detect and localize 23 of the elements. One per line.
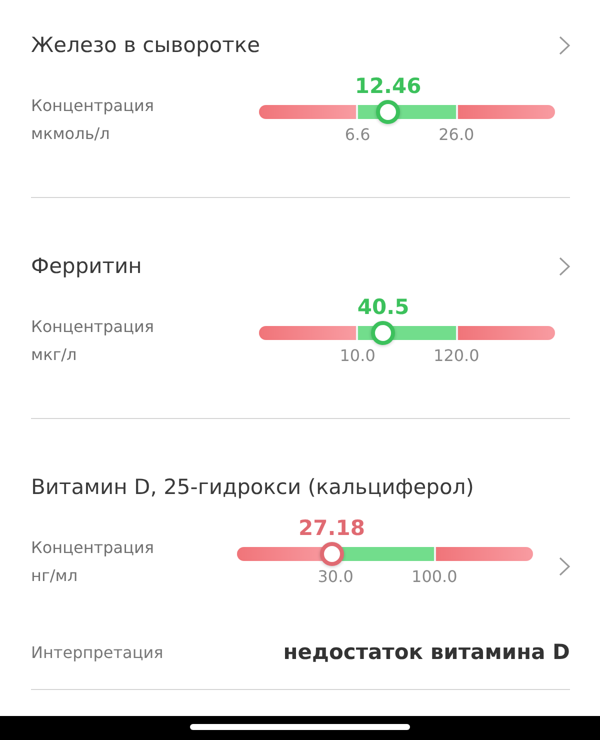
range-high-value: 26.0 <box>438 124 474 146</box>
test-title: Железо в сыворотке <box>31 33 260 57</box>
measure-label: Концентрация <box>31 95 154 117</box>
range-high-value: 100.0 <box>412 566 458 588</box>
measure-label: Концентрация <box>31 537 154 559</box>
result-value: 40.5 <box>357 294 410 321</box>
test-title: Витамин D, 25-гидрокси (кальциферол) <box>31 475 474 499</box>
chevron-right-icon[interactable] <box>559 557 570 576</box>
range-high-value: 120.0 <box>434 345 480 367</box>
unit-label: нг/мл <box>31 565 78 587</box>
unit-label: мкмоль/л <box>31 123 110 145</box>
interpretation-label: Интерпретация <box>31 642 164 662</box>
range-low-value: 6.6 <box>344 124 370 146</box>
chevron-right-icon[interactable] <box>559 36 570 54</box>
measure-label: Концентрация <box>31 316 154 338</box>
range-low-value: 30.0 <box>318 566 354 588</box>
unit-label: мкг/л <box>31 344 77 366</box>
result-value: 27.18 <box>298 515 365 542</box>
interpretation-value: недостаток витамина D <box>283 640 570 664</box>
test-title: Ферритин <box>31 254 142 278</box>
chevron-right-icon[interactable] <box>559 256 570 276</box>
result-value: 12.46 <box>354 73 422 100</box>
range-low-value: 10.0 <box>340 345 376 367</box>
